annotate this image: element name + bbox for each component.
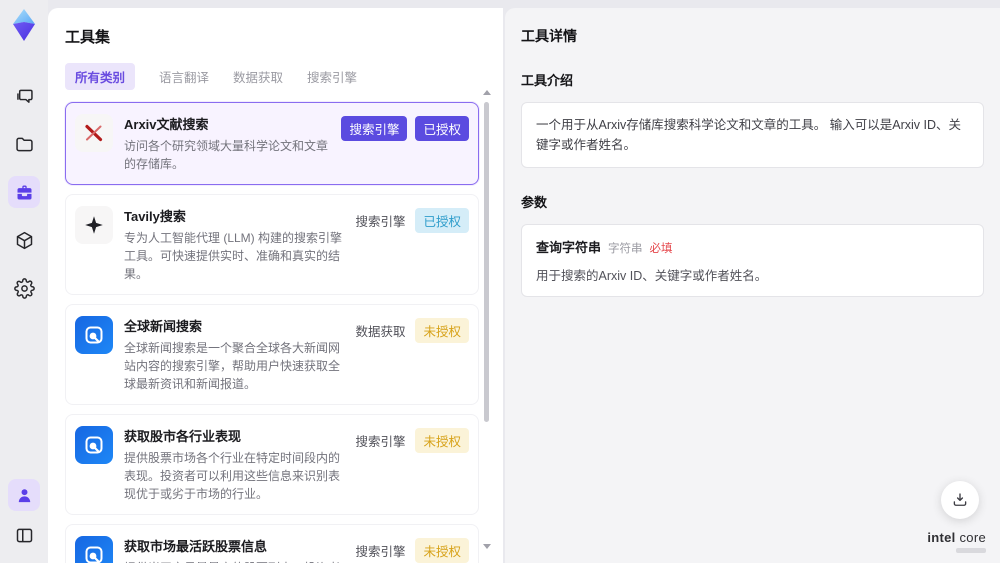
- param-required-badge: 必填: [649, 243, 673, 255]
- settings-icon[interactable]: [8, 272, 40, 304]
- auth-status-badge: 已授权: [415, 208, 469, 233]
- rail-bottom: [8, 479, 40, 551]
- tool-description: 专为人工智能代理 (LLM) 构建的搜索引擎工具。可快速提供实时、准确和真实的结…: [124, 231, 343, 281]
- tool-description: 提供股票市场各个行业在特定时间段内的表现。投资者可以利用这些信息来识别表现优于或…: [124, 451, 341, 501]
- category-tab-2[interactable]: 数据获取: [233, 63, 283, 90]
- intro-heading: 工具介绍: [521, 73, 574, 88]
- detail-title: 工具详情: [521, 28, 577, 44]
- tool-detail-panel: 工具详情 工具介绍 一个用于从Arxiv存储库搜索科学论文和文章的工具。 输入可…: [505, 8, 1000, 563]
- auth-status-badge: 已授权: [415, 116, 469, 141]
- tool-text: 获取股市各行业表现提供股票市场各个行业在特定时间段内的表现。投资者可以利用这些信…: [124, 426, 342, 503]
- tool-intro-box: 一个用于从Arxiv存储库搜索科学论文和文章的工具。 输入可以是Arxiv ID…: [521, 102, 984, 168]
- tool-text: 全球新闻搜索全球新闻搜索是一个聚合全球各大新闻网站内容的搜索引擎，帮助用户快速获…: [124, 316, 342, 393]
- auth-status-badge: 未授权: [415, 538, 469, 563]
- chat-icon[interactable]: [8, 80, 40, 112]
- category-tab-3[interactable]: 搜索引擎: [307, 63, 357, 90]
- param-name: 查询字符串: [536, 240, 602, 255]
- tool-text: Arxiv文献搜索访问各个研究领域大量科学论文和文章的存储库。: [124, 114, 330, 173]
- param-card: 查询字符串 字符串 必填 用于搜索的Arxiv ID、关键字或作者姓名。: [521, 224, 984, 297]
- tavily-star-icon: [75, 206, 113, 244]
- tool-description: 全球新闻搜索是一个聚合全球各大新闻网站内容的搜索引擎，帮助用户快速获取全球最新资…: [124, 341, 341, 391]
- category-tabs: 所有类别 语言翻译 数据获取 搜索引擎: [65, 63, 503, 90]
- scrollbar-thumb[interactable]: [484, 102, 489, 422]
- category-tag: 搜索引擎: [355, 545, 406, 559]
- param-type: 字符串: [608, 243, 643, 255]
- folder-icon[interactable]: [8, 128, 40, 160]
- rail-nav: [8, 80, 40, 304]
- user-icon[interactable]: [8, 479, 40, 511]
- tool-description: 访问各个研究领域大量科学论文和文章的存储库。: [124, 139, 329, 171]
- tool-card[interactable]: 获取股市各行业表现提供股票市场各个行业在特定时间段内的表现。投资者可以利用这些信…: [65, 414, 479, 515]
- tool-text: 获取市场最活跃股票信息提供当天交易量最高的股票列表。投资者可以利用这些信息来识别…: [124, 536, 342, 563]
- param-description: 用于搜索的Arxiv ID、关键字或作者姓名。: [536, 269, 768, 283]
- category-tag: 搜索引擎: [355, 215, 406, 229]
- intel-ultra-bar: [956, 548, 986, 553]
- news-app-icon: [75, 426, 113, 464]
- app-logo: [8, 8, 40, 42]
- tool-list: Arxiv文献搜索 访问各个研究领域大量科学论文和文章的存储库。 搜索引擎 已授权 Ta…: [65, 102, 479, 563]
- tool-tags: 搜索引擎 已授权: [353, 206, 469, 283]
- category-tag: 数据获取: [355, 325, 406, 339]
- download-button[interactable]: [941, 481, 979, 519]
- tool-name: 全球新闻搜索: [124, 319, 203, 334]
- tool-name: 获取股市各行业表现: [124, 429, 242, 444]
- intel-core-text: intel core: [927, 530, 986, 545]
- tool-name: Arxiv文献搜索: [124, 117, 209, 132]
- scroll-down-icon[interactable]: [482, 544, 491, 549]
- tool-tags: 搜索引擎 未授权: [353, 426, 469, 503]
- tool-card[interactable]: Arxiv文献搜索访问各个研究领域大量科学论文和文章的存储库。 搜索引擎 已授权: [65, 102, 479, 185]
- auth-status-badge: 未授权: [415, 318, 469, 343]
- tool-name: 获取市场最活跃股票信息: [124, 539, 268, 554]
- icon-rail: [0, 0, 48, 563]
- tool-description: 提供当天交易量最高的股票列表。投资者可以利用这些信息来识别流动性强的股票和潜在的…: [124, 559, 342, 563]
- auth-status-badge: 未授权: [415, 428, 469, 453]
- news-app-icon: [75, 316, 113, 354]
- tool-tags: 搜索引擎 未授权: [353, 536, 469, 563]
- page-title: 工具集: [65, 29, 111, 46]
- tool-card[interactable]: 全球新闻搜索全球新闻搜索是一个聚合全球各大新闻网站内容的搜索引擎，帮助用户快速获…: [65, 304, 479, 405]
- arxiv-logo-icon: [75, 114, 113, 152]
- cube-icon[interactable]: [8, 224, 40, 256]
- intel-core-badge: intel core: [927, 530, 986, 553]
- tool-text: Tavily搜索专为人工智能代理 (LLM) 构建的搜索引擎工具。可快速提供实时…: [124, 206, 342, 283]
- tool-tags: 数据获取 未授权: [353, 316, 469, 393]
- tool-tags: 搜索引擎 已授权: [341, 114, 469, 173]
- scroll-up-icon[interactable]: [482, 90, 491, 95]
- tool-card[interactable]: 获取市场最活跃股票信息提供当天交易量最高的股票列表。投资者可以利用这些信息来识别…: [65, 524, 479, 563]
- list-scrollbar[interactable]: [482, 90, 491, 549]
- category-tab-1[interactable]: 语言翻译: [159, 63, 209, 90]
- params-heading: 参数: [521, 195, 548, 210]
- toolbox-icon[interactable]: [8, 176, 40, 208]
- news-app-icon: [75, 536, 113, 563]
- panel-toggle-icon[interactable]: [8, 519, 40, 551]
- category-tag: 搜索引擎: [341, 116, 408, 141]
- category-tab-0[interactable]: 所有类别: [65, 63, 136, 90]
- tool-name: Tavily搜索: [124, 209, 186, 224]
- tool-card[interactable]: Tavily搜索专为人工智能代理 (LLM) 构建的搜索引擎工具。可快速提供实时…: [65, 194, 479, 295]
- param-header: 查询字符串 字符串 必填: [536, 237, 969, 256]
- category-tag: 搜索引擎: [355, 435, 406, 449]
- tool-list-panel: 工具集 所有类别 语言翻译 数据获取 搜索引擎 Arxiv文献搜索 访问各个研究领域大量…: [48, 8, 503, 563]
- download-icon: [953, 493, 967, 506]
